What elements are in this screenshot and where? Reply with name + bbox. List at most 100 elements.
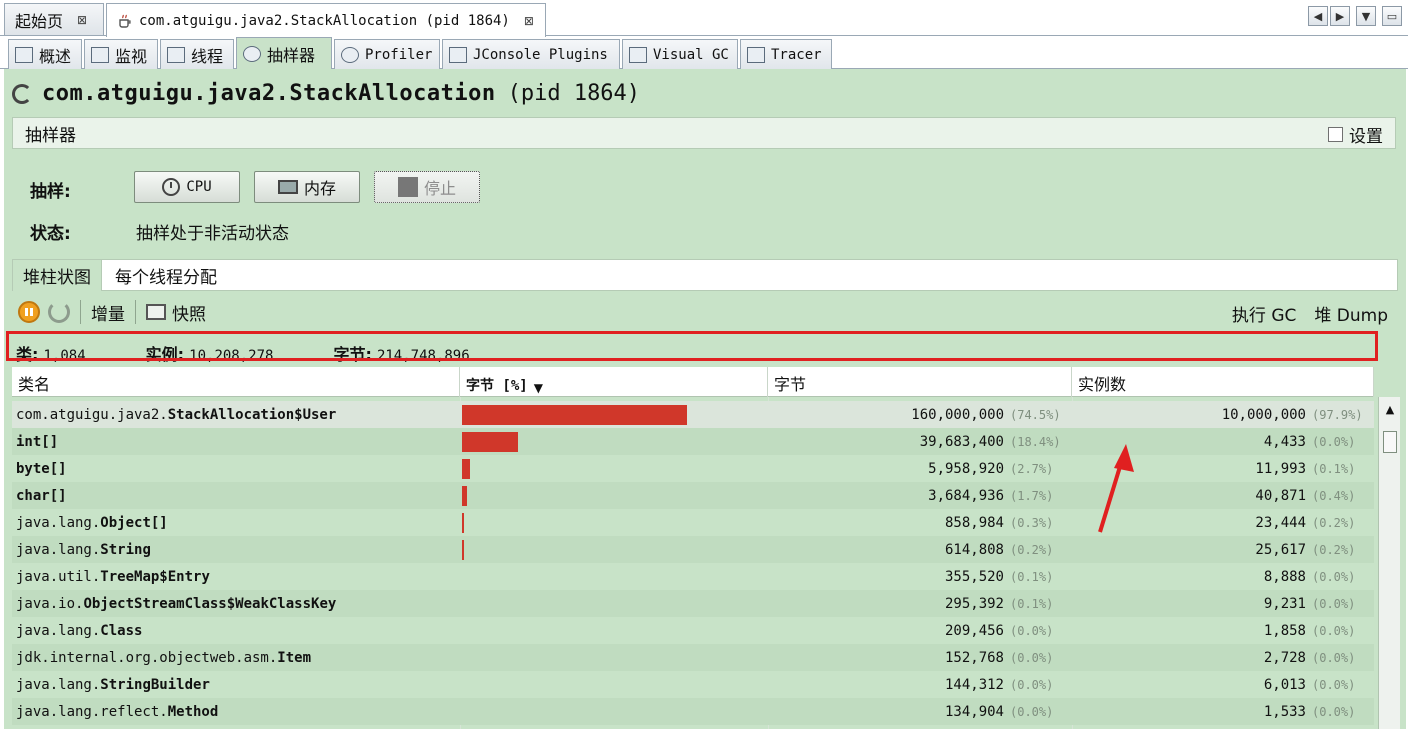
instances-percent: (0.0%) — [1312, 596, 1356, 611]
tab-profiler[interactable]: Profiler — [334, 39, 440, 69]
table-row[interactable]: int[] 39,683,400 (18.4%) 4,433 (0.0%) — [12, 428, 1374, 455]
instances-value: 9,231 — [1263, 595, 1306, 612]
stop-button[interactable]: 停止 — [374, 171, 480, 203]
tab-overview[interactable]: 概述 — [8, 39, 82, 69]
bytes-cell: 160,000,000 (74.5%) — [772, 401, 1068, 428]
bytes-percent: (0.0%) — [1010, 650, 1054, 665]
bytes-percent-bar — [462, 458, 470, 479]
column-bytes[interactable]: 字节 — [768, 367, 1072, 397]
bytes-percent-cell — [462, 482, 764, 509]
bytes-percent: (2.7%) — [1010, 461, 1054, 476]
threads-icon — [167, 46, 185, 63]
tab-visual-gc[interactable]: Visual GC — [622, 39, 738, 69]
table-row[interactable]: jdk.internal.org.objectweb.asm. Item 152,7… — [12, 644, 1374, 671]
table-row[interactable]: java.util. TreeMap$Entry 355,520 (0.1%) 8,88… — [12, 563, 1374, 590]
instances-cell: 1,858 (0.0%) — [1076, 617, 1370, 644]
tab-tracer[interactable]: Tracer — [740, 39, 832, 69]
close-icon[interactable]: ⊠ — [524, 14, 534, 28]
tab-per-thread-allocation[interactable]: 每个线程分配 — [105, 260, 227, 291]
class-simple-name: Method — [167, 703, 219, 720]
refresh-icon[interactable] — [48, 301, 70, 323]
class-name-cell: java.io. ObjectStreamClass$WeakClassKey — [16, 590, 456, 617]
snapshot-button[interactable]: 快照 — [172, 300, 206, 325]
tab-monitor[interactable]: 监视 — [84, 39, 158, 69]
class-name-cell: byte[] — [16, 455, 456, 482]
column-instances[interactable]: 实例数 — [1072, 367, 1374, 397]
table-row[interactable]: char[] 3,684,936 (1.7%) 40,871 (0.4%) — [12, 482, 1374, 509]
tab-sampler[interactable]: 抽样器 — [236, 37, 332, 69]
table-row[interactable]: java.lang. Class 209,456 (0.0%) 1,858 (0.0%) — [12, 617, 1374, 644]
tab-tracer-label: Tracer — [771, 46, 822, 63]
settings-toggle[interactable]: 设置 — [1328, 122, 1383, 147]
annotation-arrow — [1098, 444, 1134, 533]
bytes-percent-cell — [462, 401, 764, 428]
instances-value: 1,858 — [1263, 622, 1306, 639]
scroll-up-icon[interactable]: ▲ — [1379, 403, 1401, 416]
bytes-value: 134,904 — [944, 703, 1004, 720]
table-row[interactable]: java.lang.reflect. Method 134,904 (0.0%) 1,5… — [12, 698, 1374, 725]
bytes-percent-bar — [462, 404, 687, 425]
maximize-icon[interactable]: ▭ — [1382, 6, 1402, 26]
bytes-percent-cell — [462, 455, 764, 482]
sort-descending-icon: ▼ — [533, 381, 543, 395]
pause-icon[interactable] — [18, 301, 40, 323]
bytes-percent-cell — [462, 509, 764, 536]
process-pid: (pid 1864) — [507, 81, 641, 106]
memory-button[interactable]: 内存 — [254, 171, 360, 203]
heap-dump-button[interactable]: 堆 Dump — [1314, 301, 1388, 326]
bytes-value: 355,520 — [944, 568, 1004, 585]
perform-gc-button[interactable]: 执行 GC — [1232, 301, 1296, 326]
bytes-percent-bar — [462, 539, 464, 560]
tab-jconsole-plugins[interactable]: JConsole Plugins — [442, 39, 620, 69]
tab-threads[interactable]: 线程 — [160, 39, 234, 69]
instances-value: 1,533 — [1263, 703, 1306, 720]
class-package: java.lang. — [16, 541, 101, 558]
bytes-value: 160,000,000 — [911, 406, 1004, 423]
class-simple-name: byte[] — [16, 460, 67, 477]
dropdown-icon[interactable]: ▼ — [1356, 6, 1376, 26]
tab-sampler-label: 抽样器 — [267, 45, 316, 65]
table-row[interactable]: java.lang. String 614,808 (0.2%) 25,617 (0.2%… — [12, 536, 1374, 563]
class-package: java.util. — [16, 568, 101, 585]
instances-percent: (0.1%) — [1312, 461, 1356, 476]
bytes-cell: 144,312 (0.0%) — [772, 671, 1068, 698]
table-row[interactable]: com.atguigu.java2. StackAllocation$User 16… — [12, 401, 1374, 428]
column-bytes-percent[interactable]: 字节 [%] ▼ — [460, 367, 768, 397]
sampler-title: 抽样器 — [25, 125, 76, 146]
bytes-percent: (0.0%) — [1010, 623, 1054, 638]
table-row[interactable]: byte[] 5,958,920 (2.7%) 11,993 (0.1%) — [12, 455, 1374, 482]
class-package: com.atguigu.java2. — [16, 406, 168, 423]
table-row[interactable]: java.io. ObjectStreamClass$WeakClassKey 29… — [12, 590, 1374, 617]
class-name-cell: java.lang. Object[] — [16, 509, 456, 536]
sampler-header: 抽样器 设置 — [12, 117, 1396, 149]
tab-start-page[interactable]: 起始页 ⊠ — [4, 3, 104, 35]
vertical-scrollbar[interactable]: ▲ — [1378, 397, 1400, 729]
bytes-cell: 5,958,920 (2.7%) — [772, 455, 1068, 482]
snapshot-icon — [146, 304, 166, 320]
tab-process[interactable]: com.atguigu.java2.StackAllocation (pid 1… — [106, 3, 546, 37]
scroll-right-icon[interactable]: ▶ — [1330, 6, 1350, 26]
instances-value: 23,444 — [1255, 514, 1306, 531]
scroll-left-icon[interactable]: ◀ — [1308, 6, 1328, 26]
tab-monitor-label: 监视 — [115, 46, 148, 66]
heap-histogram-table: 类名 字节 [%] ▼ 字节 实例数 com.atguigu.java2. Stac… — [12, 367, 1402, 729]
close-icon[interactable]: ⊠ — [77, 13, 87, 27]
settings-checkbox[interactable] — [1328, 127, 1343, 142]
stop-icon — [397, 177, 418, 197]
bytes-percent-cell — [462, 563, 764, 590]
column-class-name[interactable]: 类名 — [12, 367, 460, 397]
cpu-button[interactable]: CPU — [134, 171, 240, 203]
scrollbar-thumb[interactable] — [1383, 431, 1397, 453]
instances-cell: 10,000,000 (97.9%) — [1076, 401, 1370, 428]
instances-percent: (0.0%) — [1312, 569, 1356, 584]
table-row[interactable]: java.lang. Object[] 858,984 (0.3%) 23,444 (0.… — [12, 509, 1374, 536]
instances-percent: (0.0%) — [1312, 623, 1356, 638]
tab-heap-histogram[interactable]: 堆柱状图 — [13, 260, 102, 291]
document-tab-strip: 起始页 ⊠ com.atguigu.java2.StackAllocation … — [0, 0, 1408, 37]
histogram-toolbar: 增量 快照 执行 GC 堆 Dump — [12, 295, 1398, 329]
bytes-cell: 614,808 (0.2%) — [772, 536, 1068, 563]
delta-button[interactable]: 增量 — [91, 300, 125, 325]
status-text: 抽样处于非活动状态 — [136, 224, 289, 244]
class-package: jdk.internal.org.objectweb.asm. — [16, 649, 278, 666]
table-row[interactable]: java.lang. StringBuilder 144,312 (0.0%) 6,01… — [12, 671, 1374, 698]
